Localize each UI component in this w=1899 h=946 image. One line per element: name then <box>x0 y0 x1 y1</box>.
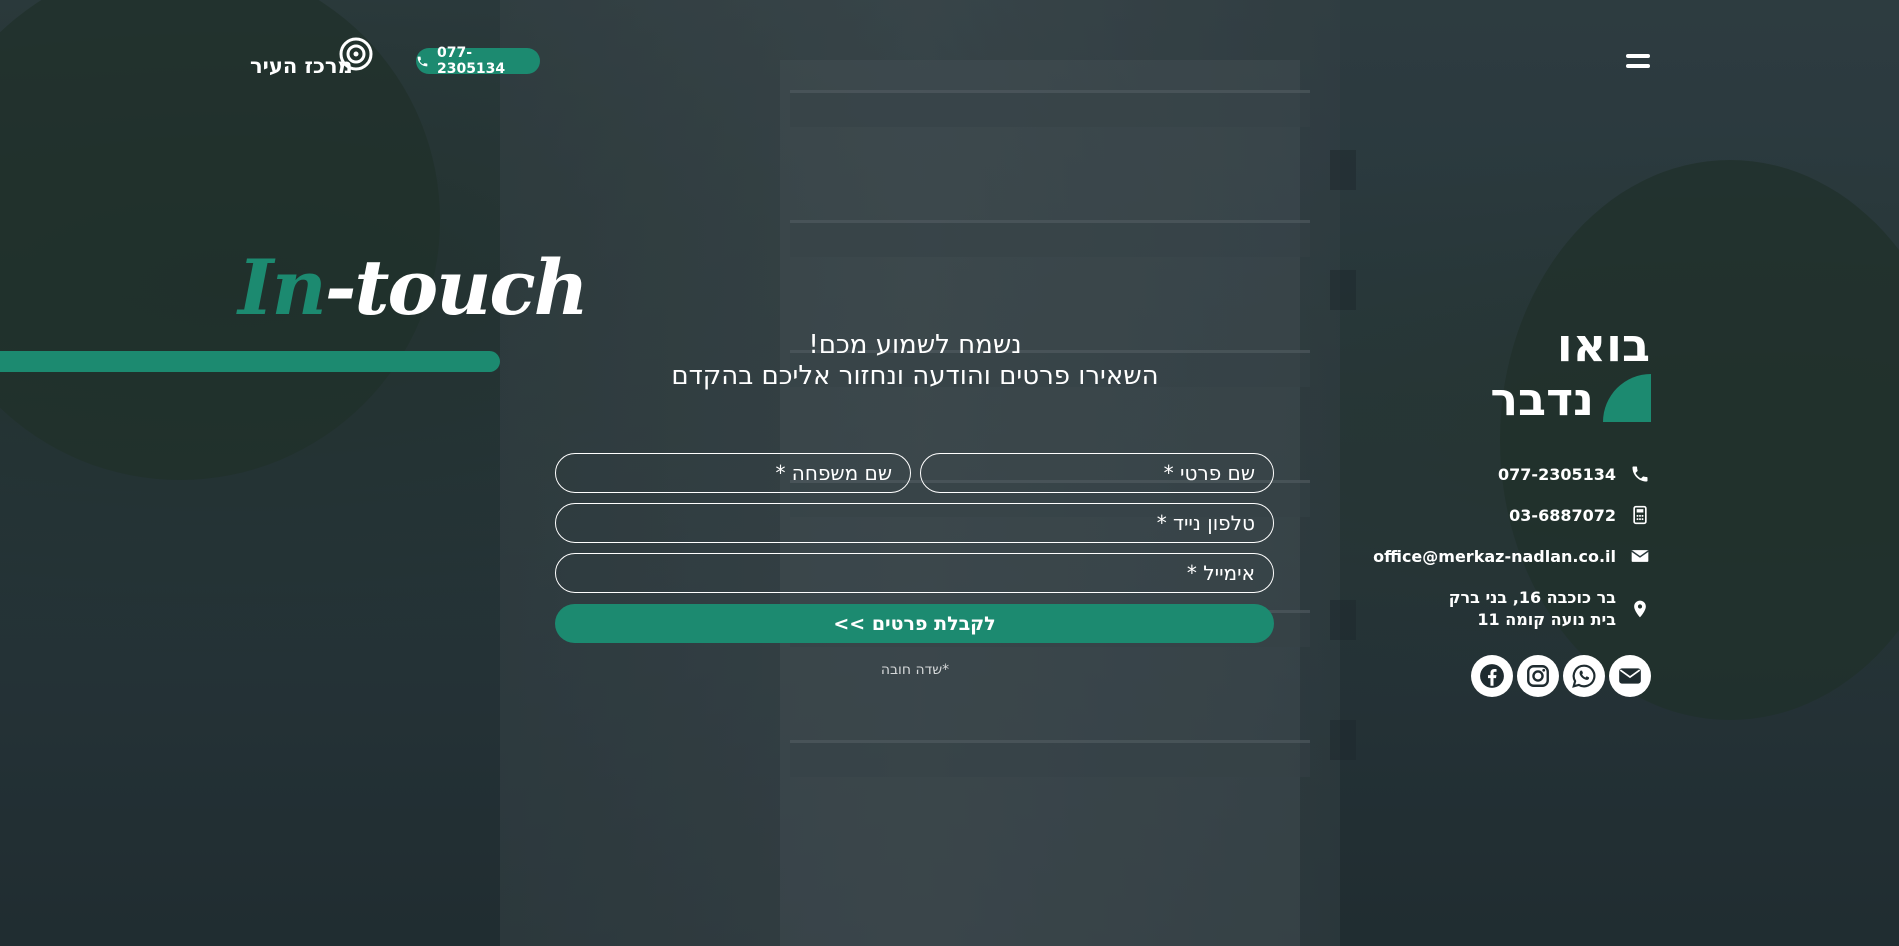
contact-address: בר כוכבה 16, בני ברק בית נועה קומה 11 <box>1449 587 1616 631</box>
whatsapp-icon[interactable] <box>1563 655 1605 697</box>
hamburger-line <box>1626 64 1650 68</box>
mail-glyph <box>1619 668 1641 684</box>
accent-bar <box>0 351 500 372</box>
email-input[interactable] <box>555 553 1274 593</box>
menu-hamburger-icon[interactable] <box>1626 54 1650 68</box>
submit-button[interactable]: לקבלת פרטים >> <box>555 604 1274 643</box>
form-title: נשמח לשמוע מכם! השאירו פרטים והודעה ונחז… <box>600 330 1230 392</box>
site-logo[interactable]: מרכז העיר <box>250 36 380 86</box>
address-line1: בר כוכבה 16, בני ברק <box>1448 588 1616 607</box>
in-touch-wordmark: In-touch <box>238 250 589 350</box>
hamburger-line <box>1626 54 1650 58</box>
address-line2: בית נועה קומה 11 <box>1477 610 1616 629</box>
contact-address-row[interactable]: בר כוכבה 16, בני ברק בית נועה קומה 11 <box>1449 587 1650 631</box>
last-name-input[interactable] <box>555 453 911 493</box>
whatsapp-glyph <box>1572 664 1596 688</box>
mail-icon[interactable] <box>1609 655 1651 697</box>
contact-fax-row[interactable]: 03-6887072 <box>1509 505 1650 525</box>
map-pin-icon <box>1634 600 1646 618</box>
header-phone-number: 077-2305134 <box>436 45 506 77</box>
instagram-icon[interactable] <box>1517 655 1559 697</box>
wordmark-in: In <box>238 243 327 332</box>
facebook-icon[interactable] <box>1471 655 1513 697</box>
mobile-phone-input[interactable] <box>555 503 1274 543</box>
contact-phone: 077-2305134 <box>1498 464 1616 484</box>
contact-email-row[interactable]: office@merkaz-nadlan.co.il <box>1373 546 1650 566</box>
contact-phone-row[interactable]: 077-2305134 <box>1498 464 1650 484</box>
facebook-glyph <box>1480 664 1504 688</box>
phone-icon <box>1632 466 1648 482</box>
phone-icon <box>417 56 428 66</box>
logo-mark-icon <box>339 37 373 71</box>
wordmark-touch: -touch <box>324 243 589 332</box>
contact-email: office@merkaz-nadlan.co.il <box>1373 546 1616 566</box>
form-title-line2: השאירו פרטים והודעה ונחזור אליכם בהקדם <box>671 361 1159 391</box>
instagram-glyph <box>1527 665 1549 687</box>
form-title-line1: נשמח לשמוע מכם! <box>808 330 1022 360</box>
header-phone-button[interactable]: 077-2305134 <box>416 45 540 77</box>
contact-heading-line2: נדבר <box>1490 372 1594 426</box>
contact-heading-line1: בואו <box>1556 318 1650 372</box>
required-field-note: *שדה חובה <box>880 662 950 678</box>
social-links <box>1471 655 1651 697</box>
fax-icon <box>1633 505 1647 525</box>
first-name-input[interactable] <box>920 453 1274 493</box>
contact-fax: 03-6887072 <box>1509 505 1616 525</box>
envelope-icon <box>1631 550 1649 562</box>
